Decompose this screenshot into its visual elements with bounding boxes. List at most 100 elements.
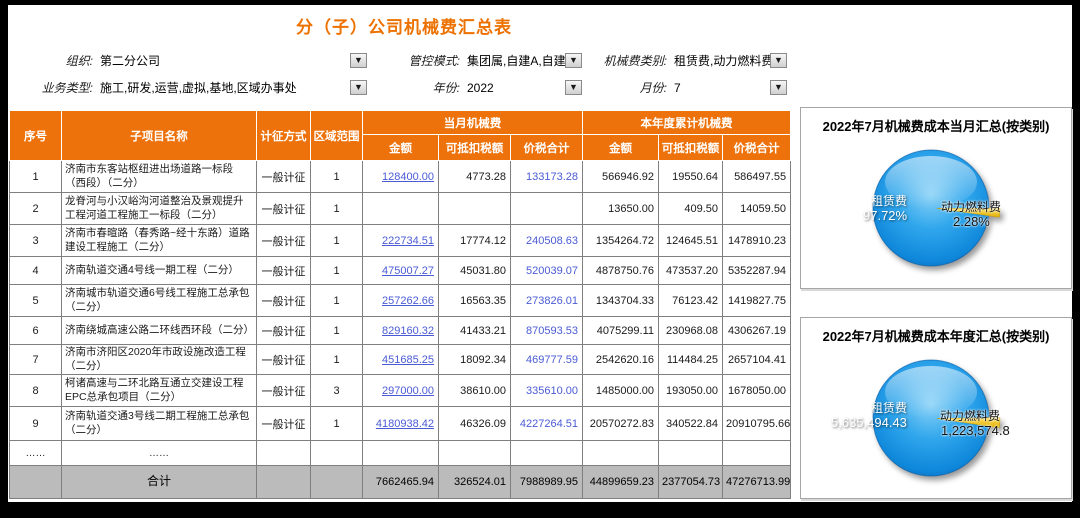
pie-value-fuel: 2.28% bbox=[953, 214, 990, 229]
seq-cell bbox=[10, 466, 62, 499]
chevron-down-icon: ▼ bbox=[774, 56, 783, 65]
year-tax-cell: 76123.42 bbox=[659, 285, 723, 317]
method-cell: 一般计征 bbox=[257, 193, 311, 225]
seq-cell: 8 bbox=[10, 375, 62, 407]
biz-type-dropdown-button[interactable]: ▼ bbox=[350, 80, 367, 95]
region-cell: 1 bbox=[311, 345, 363, 375]
month-amount-link[interactable]: 475007.27 bbox=[382, 265, 434, 277]
machinery-fee-table: 序号 子项目名称 计征方式 区域范围 当月机械费 本年度累计机械费 金额 可抵扣… bbox=[9, 110, 791, 499]
year-filter-label: 年份: bbox=[367, 79, 467, 96]
org-dropdown-button[interactable]: ▼ bbox=[350, 53, 367, 68]
year-dropdown-button[interactable]: ▼ bbox=[565, 80, 582, 95]
project-name-cell: 济南轨道交通4号线一期工程（二分） bbox=[62, 257, 257, 285]
pie-label-fuel: 动力燃料费 bbox=[941, 198, 1001, 215]
method-cell: 一般计征 bbox=[257, 407, 311, 441]
year-filter-value[interactable]: 2022 bbox=[467, 81, 565, 95]
month-total-cell: 335610.00 bbox=[511, 375, 583, 407]
month-amount-link[interactable]: 297000.00 bbox=[382, 385, 434, 397]
project-name-cell: 济南市春暄路（春秀路~经十东路）道路建设工程施工（二分） bbox=[62, 225, 257, 257]
table-row: 4济南轨道交通4号线一期工程（二分）一般计征1475007.2745031.80… bbox=[10, 257, 791, 285]
table-row: 6济南绕城高速公路二环线西环段（二分）一般计征1829160.3241433.2… bbox=[10, 317, 791, 345]
month-amount-link[interactable]: 4180938.42 bbox=[376, 418, 434, 430]
region-cell: 1 bbox=[311, 285, 363, 317]
method-cell: 一般计征 bbox=[257, 257, 311, 285]
org-filter-value[interactable]: 第二分公司 bbox=[100, 52, 350, 69]
project-name-cell: …… bbox=[62, 441, 257, 466]
table-row: 1济南市东客站枢纽进出场道路一标段（西段）（二分）一般计征1128400.004… bbox=[10, 161, 791, 193]
biz-type-filter-value[interactable]: 施工,研发,运营,虚拟,基地,区域办事处 bbox=[100, 79, 350, 96]
pie-chart-year bbox=[801, 318, 1071, 498]
table-row: 7济南市济阳区2020年市政设施改造工程（二分）一般计征1451685.2518… bbox=[10, 345, 791, 375]
year-amount-cell: 1485000.00 bbox=[583, 375, 659, 407]
month-total-cell bbox=[511, 193, 583, 225]
month-dropdown-button[interactable]: ▼ bbox=[770, 80, 787, 95]
seq-cell: 2 bbox=[10, 193, 62, 225]
sub-header-y-tax: 可抵扣税额 bbox=[659, 135, 723, 161]
table-row: 8柯诸高速与二环北路互通立交建设工程EPC总承包项目（二分）一般计征329700… bbox=[10, 375, 791, 407]
seq-cell: 3 bbox=[10, 225, 62, 257]
page-title: 分（子）公司机械费汇总表 bbox=[8, 13, 800, 38]
filter-row-1: 组织: 第二分公司 ▼ 管控模式: 集团属,自建A,自建B ▼ 机械费类别: 租… bbox=[18, 47, 808, 74]
month-amount-cell: 222734.51 bbox=[363, 225, 439, 257]
year-total-cell: 1478910.23 bbox=[723, 225, 791, 257]
chevron-down-icon: ▼ bbox=[354, 83, 363, 92]
month-amount-link[interactable]: 222734.51 bbox=[382, 235, 434, 247]
month-amount-cell: 4180938.42 bbox=[363, 407, 439, 441]
month-total-cell: 469777.59 bbox=[511, 345, 583, 375]
fee-type-dropdown-button[interactable]: ▼ bbox=[770, 53, 787, 68]
mode-filter-value[interactable]: 集团属,自建A,自建B bbox=[467, 52, 565, 69]
seq-cell: 5 bbox=[10, 285, 62, 317]
ellipsis-row: ………… bbox=[10, 441, 791, 466]
pie-label-rental: 租赁费 bbox=[871, 192, 907, 209]
method-cell bbox=[257, 441, 311, 466]
table-row: 3济南市春暄路（春秀路~经十东路）道路建设工程施工（二分）一般计征1222734… bbox=[10, 225, 791, 257]
region-cell bbox=[311, 466, 363, 499]
month-tax-cell: 4773.28 bbox=[439, 161, 511, 193]
month-filter-value[interactable]: 7 bbox=[674, 81, 770, 95]
month-total-cell: 133173.28 bbox=[511, 161, 583, 193]
month-total-cell: 520039.07 bbox=[511, 257, 583, 285]
filter-bar: 组织: 第二分公司 ▼ 管控模式: 集团属,自建A,自建B ▼ 机械费类别: 租… bbox=[18, 47, 808, 101]
year-total-cell: 586497.55 bbox=[723, 161, 791, 193]
project-name-cell: 济南城市轨道交通6号线工程施工总承包（二分） bbox=[62, 285, 257, 317]
fee-type-filter-value[interactable]: 租赁费,动力燃料费 bbox=[674, 52, 770, 69]
table-row: 9济南轨道交通3号线二期工程施工总承包（二分）一般计征14180938.4246… bbox=[10, 407, 791, 441]
month-amount-link[interactable]: 257262.66 bbox=[382, 295, 434, 307]
mode-dropdown-button[interactable]: ▼ bbox=[565, 53, 582, 68]
month-grand-total-cell: 7988989.95 bbox=[511, 466, 583, 499]
sub-header-y-total: 价税合计 bbox=[723, 135, 791, 161]
chevron-down-icon: ▼ bbox=[774, 83, 783, 92]
month-tax-cell: 46326.09 bbox=[439, 407, 511, 441]
pie-chart-month bbox=[801, 108, 1071, 288]
year-total-cell: 1678050.00 bbox=[723, 375, 791, 407]
table-row: 5济南城市轨道交通6号线工程施工总承包（二分）一般计征1 257262.66 165… bbox=[10, 285, 791, 317]
method-cell: 一般计征 bbox=[257, 285, 311, 317]
month-amount-link[interactable]: 128400.00 bbox=[382, 171, 434, 183]
month-amount-link[interactable]: 451685.25 bbox=[382, 354, 434, 366]
total-row: 合计7662465.94326524.017988989.9544899659.… bbox=[10, 466, 791, 499]
year-tax-cell: 409.50 bbox=[659, 193, 723, 225]
region-cell: 1 bbox=[311, 317, 363, 345]
month-amount-total-cell: 7662465.94 bbox=[363, 466, 439, 499]
month-total-cell bbox=[511, 441, 583, 466]
year-grand-total-cell: 47276713.99 bbox=[723, 466, 791, 499]
chevron-down-icon: ▼ bbox=[569, 83, 578, 92]
method-cell: 一般计征 bbox=[257, 161, 311, 193]
mode-filter-label: 管控模式: bbox=[367, 52, 467, 69]
project-name-cell: 济南轨道交通3号线二期工程施工总承包（二分） bbox=[62, 407, 257, 441]
month-tax-cell: 18092.34 bbox=[439, 345, 511, 375]
sub-header-m-tax: 可抵扣税额 bbox=[439, 135, 511, 161]
filter-row-2: 业务类型: 施工,研发,运营,虚拟,基地,区域办事处 ▼ 年份: 2022 ▼ … bbox=[18, 74, 808, 101]
pie-value-fuel: 1,223,574.8 bbox=[941, 423, 1010, 438]
total-label-cell: 合计 bbox=[62, 466, 257, 499]
project-name-cell: 济南市东客站枢纽进出场道路一标段（西段）（二分） bbox=[62, 161, 257, 193]
month-amount-cell: 829160.32 bbox=[363, 317, 439, 345]
month-amount-link[interactable]: 829160.32 bbox=[382, 325, 434, 337]
month-tax-cell: 16563.35 bbox=[439, 285, 511, 317]
month-tax-cell: 41433.21 bbox=[439, 317, 511, 345]
chevron-down-icon: ▼ bbox=[569, 56, 578, 65]
region-cell: 1 bbox=[311, 161, 363, 193]
sub-header-y-amount: 金额 bbox=[583, 135, 659, 161]
month-tax-total-cell: 326524.01 bbox=[439, 466, 511, 499]
project-name-cell: 龙脊河与小汉峪沟河道整治及景观提升工程河道工程施工一标段（二分） bbox=[62, 193, 257, 225]
